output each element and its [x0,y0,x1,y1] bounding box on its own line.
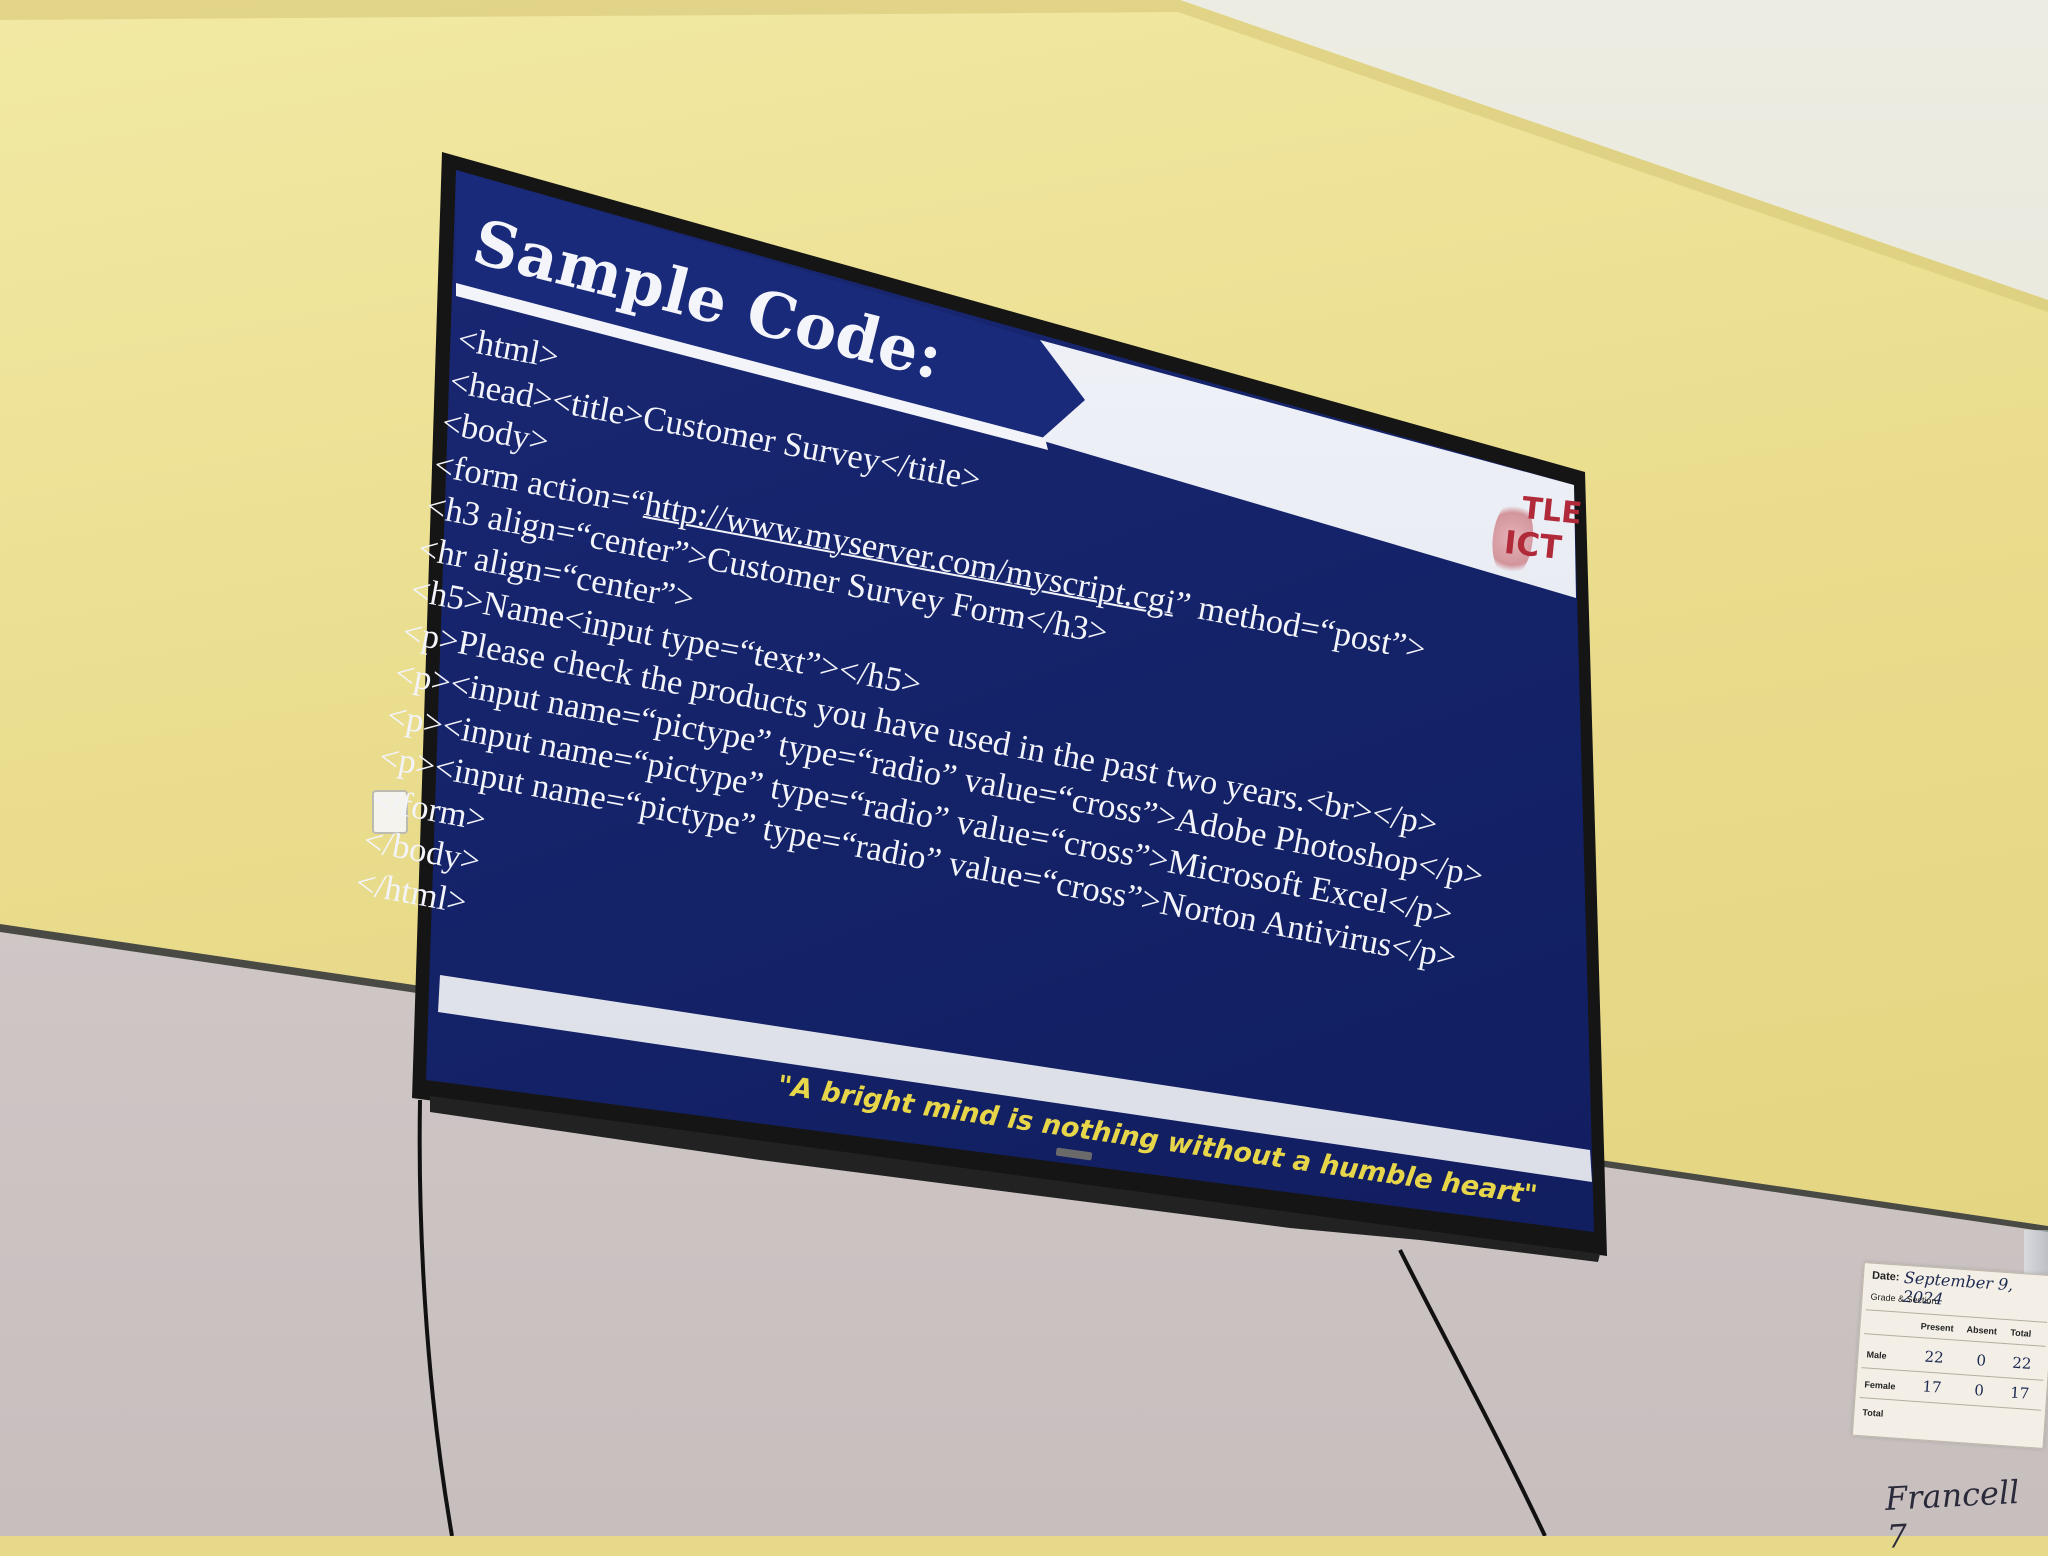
attendance-cell: 17 [1921,1377,1943,1397]
attendance-cell: 0 [1975,1351,1987,1370]
power-cable-right [1398,1249,1547,1536]
attendance-cell: 17 [2009,1383,2030,1403]
attendance-header-absent: Absent [1966,1324,1998,1337]
attendance-row-label: Male [1866,1349,1887,1361]
attendance-cell: 0 [1973,1381,1985,1400]
attendance-date-value: September 9, 2024 [1902,1267,2014,1309]
attendance-cell: 22 [2011,1353,2033,1373]
attendance-cell: 22 [1923,1347,1945,1367]
attendance-header-total: Total [2010,1327,2032,1339]
attendance-card: Date: September 9, 2024 Grade & Section:… [1851,1262,2048,1449]
attendance-date-label: Date: [1871,1269,1900,1284]
attendance-header-present: Present [1920,1321,1954,1334]
attendance-row-label: Female [1864,1379,1896,1392]
attendance-row-label: Total [1862,1407,1884,1419]
power-cable-left [417,1099,454,1536]
handwritten-note: Francell 7 [1884,1472,2021,1556]
